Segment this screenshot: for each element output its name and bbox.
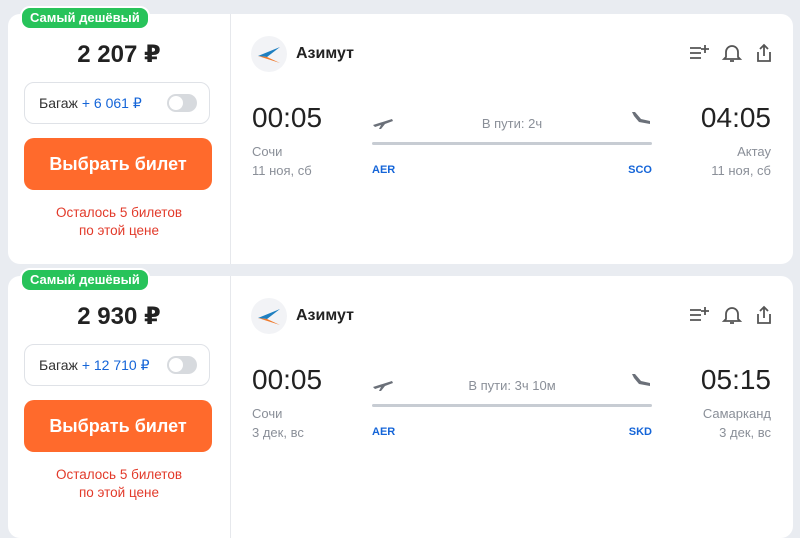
baggage-option[interactable]: Багаж + 12 710 ₽ [24, 344, 210, 386]
arrival-date: 3 дек, вс [719, 425, 771, 440]
arrival-date: 11 ноя, сб [711, 163, 771, 178]
price-panel: 2 930 ₽ Багаж + 12 710 ₽ Выбрать билет О… [8, 276, 231, 538]
flight-route: В пути: 2ч AER SCO [372, 110, 652, 180]
flight-duration: В пути: 3ч 10м [468, 378, 556, 393]
ticket-price: 2 930 ₽ [77, 303, 161, 330]
baggage-toggle[interactable] [167, 356, 197, 374]
baggage-option[interactable]: Багаж + 6 061 ₽ [24, 82, 210, 124]
departure-city: Сочи [252, 406, 283, 421]
airline-name: Азимут [296, 45, 354, 62]
baggage-label: Багаж [39, 357, 78, 373]
arrival-time: 05:15 [700, 364, 771, 395]
plane-landing-icon [630, 372, 652, 397]
arrival-time: 04:05 [700, 102, 771, 133]
route-line [372, 142, 652, 145]
baggage-price: + 12 710 ₽ [81, 357, 150, 373]
airline-name: Азимут [296, 307, 354, 324]
ticket-card: Самый дешёвый 2 207 ₽ Багаж + 6 061 ₽ Вы… [8, 6, 793, 264]
departure-iata: AER [372, 164, 396, 176]
flight-duration: В пути: 2ч [481, 116, 543, 131]
select-ticket-button[interactable]: Выбрать билет [24, 400, 212, 452]
bell-icon[interactable] [721, 42, 743, 64]
flight-route: В пути: 3ч 10м AER SKD [372, 372, 652, 442]
plane-landing-icon [630, 110, 652, 135]
price-panel: 2 207 ₽ Багаж + 6 061 ₽ Выбрать билет Ос… [8, 14, 231, 264]
departure-time: 00:05 [252, 102, 323, 133]
ticket-price: 2 207 ₽ [77, 41, 161, 68]
ticket-card: Самый дешёвый 2 930 ₽ Багаж + 12 710 ₽ В… [8, 268, 793, 538]
baggage-toggle[interactable] [167, 94, 197, 112]
filter-add-icon[interactable] [688, 304, 710, 326]
select-ticket-button[interactable]: Выбрать билет [24, 138, 212, 190]
baggage-label: Багаж [39, 95, 78, 111]
airline-logo [251, 36, 287, 72]
route-line [372, 404, 652, 407]
departure-date: 11 ноя, сб [252, 163, 312, 178]
arrival-iata: SKD [628, 426, 652, 438]
tickets-left-notice: Осталось 5 билетов по этой цене [55, 205, 183, 238]
share-icon[interactable] [753, 304, 775, 326]
bell-icon[interactable] [721, 304, 743, 326]
baggage-price: + 6 061 ₽ [81, 95, 142, 111]
tickets-left-notice: Осталось 5 билетов по этой цене [55, 467, 183, 500]
departure-city: Сочи [252, 144, 283, 159]
filter-add-icon[interactable] [688, 42, 710, 64]
arrival-iata: SCO [628, 164, 652, 176]
departure-iata: AER [372, 426, 396, 438]
departure-date: 3 дек, вс [252, 425, 304, 440]
departure-time: 00:05 [252, 364, 323, 395]
share-icon[interactable] [753, 42, 775, 64]
arrival-city: Самарканд [702, 406, 771, 421]
airline-logo [251, 298, 287, 334]
arrival-city: Актау [737, 144, 771, 159]
